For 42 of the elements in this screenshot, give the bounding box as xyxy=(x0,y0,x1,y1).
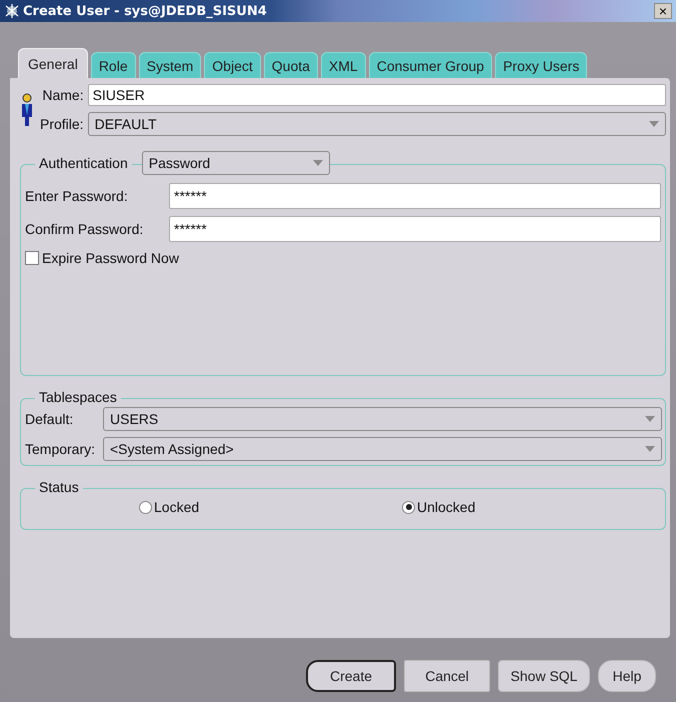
dialog-button[interactable]: Show SQL xyxy=(498,660,590,692)
tab[interactable]: Role xyxy=(90,52,136,78)
caret-icon xyxy=(312,160,323,166)
tab[interactable]: Consumer Group xyxy=(368,52,492,78)
tab[interactable]: System xyxy=(138,52,202,78)
dialog-button[interactable]: Create xyxy=(306,660,396,692)
user-icon xyxy=(20,93,34,127)
password-field[interactable]: ****** xyxy=(169,183,661,209)
caret-icon xyxy=(645,416,655,422)
tab[interactable]: Proxy Users xyxy=(495,52,588,78)
radio-button[interactable] xyxy=(402,500,415,514)
group-label: Status xyxy=(35,479,83,495)
close-button[interactable]: × xyxy=(654,3,672,19)
field-label: Profile: xyxy=(40,116,84,132)
dropdown[interactable]: Password xyxy=(142,151,330,175)
group-label: Authentication xyxy=(35,155,132,171)
dialog-button[interactable]: Cancel xyxy=(404,660,490,692)
tab[interactable]: General xyxy=(18,48,88,78)
tab[interactable]: Quota xyxy=(264,52,318,78)
checkbox-label: Expire Password Now xyxy=(42,250,179,266)
app-icon xyxy=(4,3,20,19)
field-label: Confirm Password: xyxy=(25,221,144,237)
checkbox[interactable] xyxy=(25,251,39,265)
dialog-button[interactable]: Help xyxy=(598,660,656,692)
field-label: Name: xyxy=(41,87,84,103)
dropdown[interactable]: DEFAULT xyxy=(88,112,666,136)
caret-icon xyxy=(645,446,655,452)
input-field[interactable]: SIUSER xyxy=(88,84,666,106)
radio-label: Locked xyxy=(154,499,200,515)
field-label: Temporary: xyxy=(25,441,96,457)
field-label: Default: xyxy=(25,411,74,427)
caret-icon xyxy=(649,121,659,127)
group-label: Tablespaces xyxy=(35,389,121,405)
tab[interactable]: XML xyxy=(320,52,366,78)
radio-label: Unlocked xyxy=(417,499,476,515)
field-label: Enter Password: xyxy=(25,188,129,204)
window-title: Create User - sys@JDEDB_SISUN4 xyxy=(23,4,267,18)
tab[interactable]: Object xyxy=(204,52,261,78)
radio-button[interactable] xyxy=(139,500,152,514)
dropdown[interactable]: <System Assigned> xyxy=(103,437,662,461)
password-field[interactable]: ****** xyxy=(169,216,661,242)
dropdown[interactable]: USERS xyxy=(103,407,662,431)
